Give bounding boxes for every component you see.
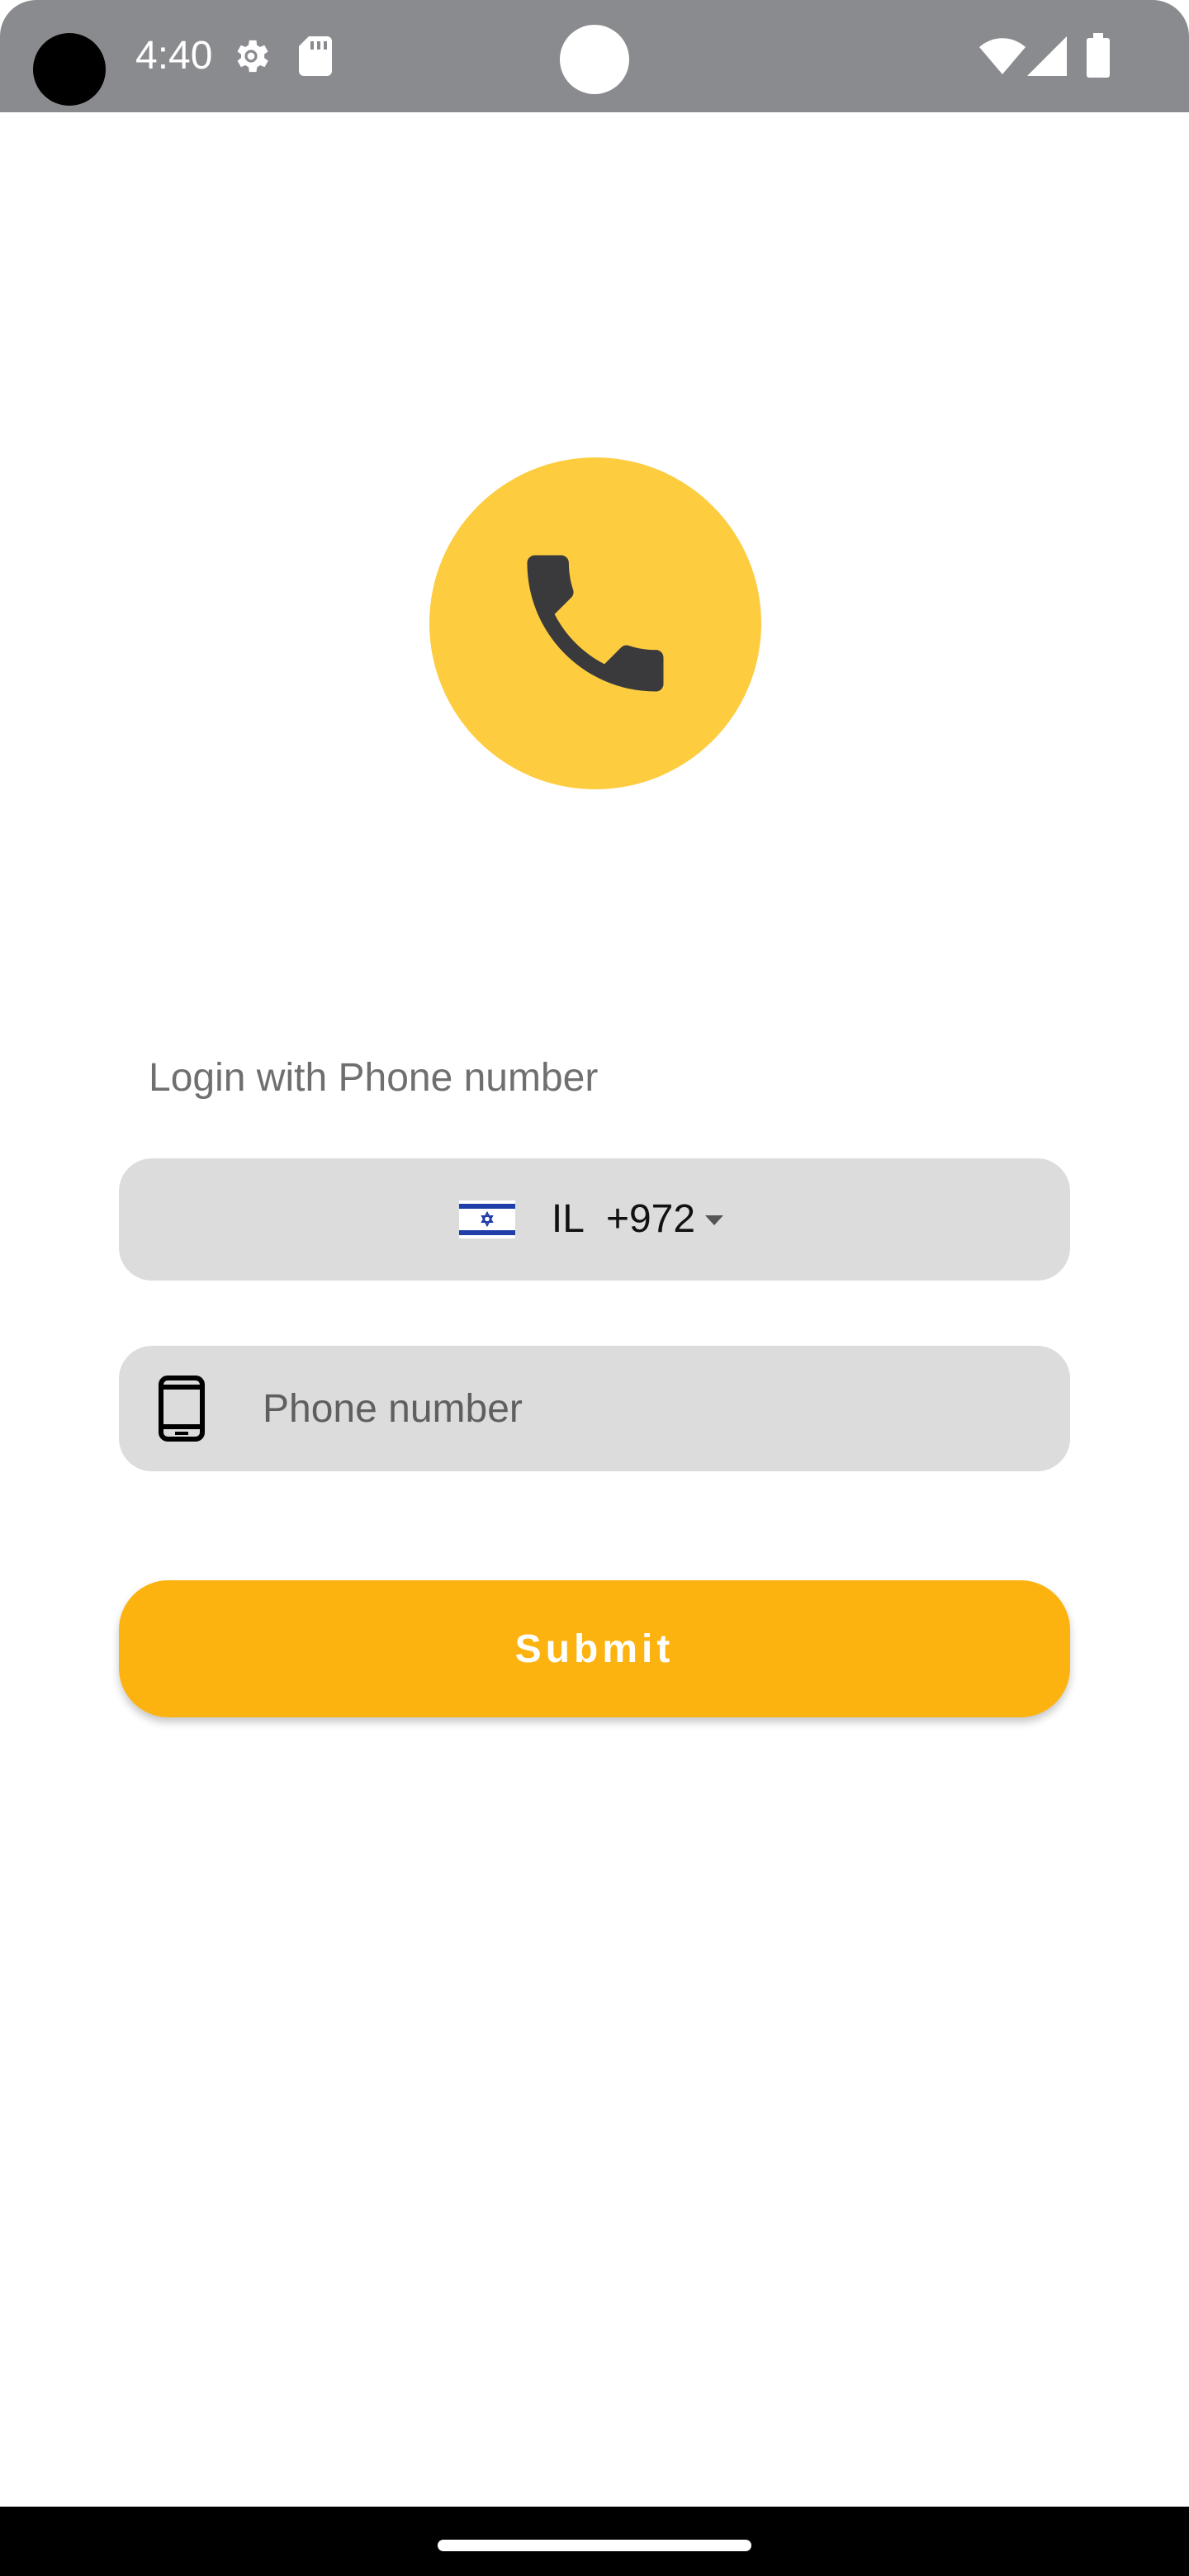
- submit-button[interactable]: Submit: [119, 1580, 1070, 1717]
- dropdown-caret-icon: [705, 1215, 724, 1225]
- app-logo: [429, 457, 761, 789]
- navigation-bar: [0, 2507, 1189, 2576]
- settings-gear-icon: [237, 40, 268, 73]
- login-heading: Login with Phone number: [149, 1056, 599, 1100]
- signal-icon: [1027, 36, 1067, 76]
- status-bar: 4:40: [0, 0, 1189, 112]
- center-dot: [560, 25, 629, 94]
- israel-flag-icon: [458, 1200, 515, 1238]
- country-code-label: IL: [551, 1197, 585, 1241]
- wifi-icon: [979, 38, 1026, 74]
- dial-code-label: +972: [605, 1197, 696, 1241]
- phone-number-field[interactable]: [119, 1346, 1070, 1471]
- phone-handset-icon: [527, 555, 664, 692]
- battery-icon: [1087, 33, 1110, 78]
- status-time: 4:40: [135, 34, 213, 78]
- country-code-picker[interactable]: IL +972: [119, 1158, 1070, 1281]
- phone-number-input[interactable]: [263, 1346, 1039, 1471]
- home-indicator[interactable]: [438, 2540, 751, 2551]
- smartphone-icon: [159, 1376, 205, 1442]
- camera-cutout: [33, 33, 106, 106]
- sd-card-icon: [299, 36, 332, 76]
